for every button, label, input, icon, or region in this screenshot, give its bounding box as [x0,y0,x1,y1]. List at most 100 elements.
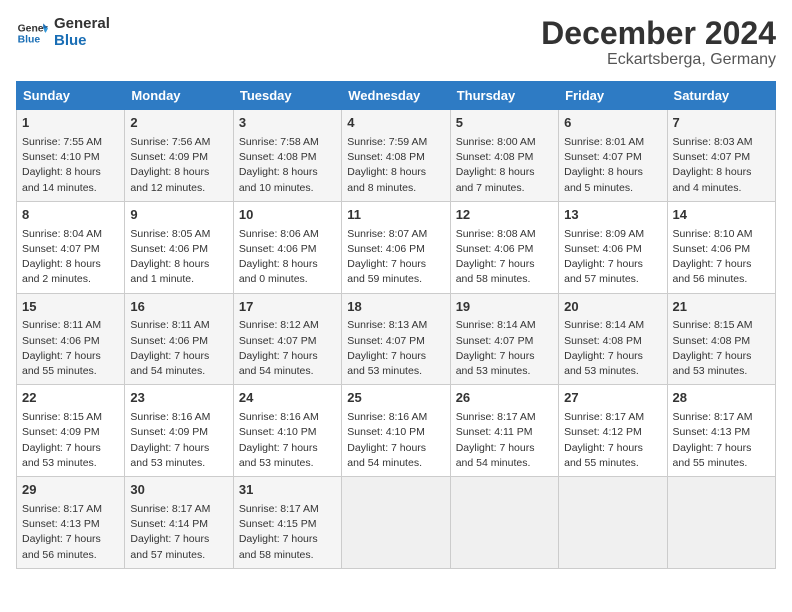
day-number: 22 [22,389,119,408]
day-number: 9 [130,206,227,225]
day-number: 3 [239,114,336,133]
calendar-cell: 4 Sunrise: 7:59 AM Sunset: 4:08 PM Daylig… [342,110,450,202]
calendar-cell: 22 Sunrise: 8:15 AM Sunset: 4:09 PM Dayli… [17,385,125,477]
day-number: 24 [239,389,336,408]
calendar-cell: 25Sunrise: 8:16 AM Sunset: 4:10 PM Dayli… [342,385,450,477]
day-number: 4 [347,114,444,133]
cell-info: Sunrise: 8:13 AM Sunset: 4:07 PM Dayligh… [347,318,444,379]
title-block: December 2024 Eckartsberga, Germany [541,16,776,69]
weekday-header-monday: Monday [125,82,233,110]
cell-info: Sunrise: 8:14 AM Sunset: 4:08 PM Dayligh… [564,318,661,379]
day-number: 31 [239,481,336,500]
calendar-cell: 13Sunrise: 8:09 AM Sunset: 4:06 PM Dayli… [559,201,667,293]
calendar-cell: 6 Sunrise: 8:01 AM Sunset: 4:07 PM Daylig… [559,110,667,202]
calendar-cell: 14Sunrise: 8:10 AM Sunset: 4:06 PM Dayli… [667,201,775,293]
cell-info: Sunrise: 8:09 AM Sunset: 4:06 PM Dayligh… [564,227,661,288]
calendar-cell: 20Sunrise: 8:14 AM Sunset: 4:08 PM Dayli… [559,293,667,385]
weekday-header-sunday: Sunday [17,82,125,110]
cell-info: Sunrise: 7:55 AM Sunset: 4:10 PM Dayligh… [22,135,119,196]
calendar-cell: 18Sunrise: 8:13 AM Sunset: 4:07 PM Dayli… [342,293,450,385]
calendar-week-4: 22 Sunrise: 8:15 AM Sunset: 4:09 PM Dayli… [17,385,776,477]
day-number: 2 [130,114,227,133]
day-number: 14 [673,206,770,225]
cell-info: Sunrise: 8:00 AM Sunset: 4:08 PM Dayligh… [456,135,553,196]
calendar-cell: 9 Sunrise: 8:05 AM Sunset: 4:06 PM Daylig… [125,201,233,293]
calendar-cell: 26 Sunrise: 8:17 AM Sunset: 4:11 PM Dayli… [450,385,558,477]
calendar-cell [450,477,558,569]
cell-info: Sunrise: 8:11 AM Sunset: 4:06 PM Dayligh… [22,318,119,379]
cell-info: Sunrise: 8:04 AM Sunset: 4:07 PM Dayligh… [22,227,119,288]
day-number: 20 [564,298,661,317]
calendar-cell: 17Sunrise: 8:12 AM Sunset: 4:07 PM Dayli… [233,293,341,385]
cell-info: Sunrise: 8:17 AM Sunset: 4:12 PM Dayligh… [564,410,661,471]
page-header: General Blue General Blue December 2024 … [16,16,776,69]
calendar-week-2: 8Sunrise: 8:04 AM Sunset: 4:07 PM Daylig… [17,201,776,293]
calendar-cell: 15Sunrise: 8:11 AM Sunset: 4:06 PM Dayli… [17,293,125,385]
cell-info: Sunrise: 8:17 AM Sunset: 4:13 PM Dayligh… [673,410,770,471]
calendar-cell: 10Sunrise: 8:06 AM Sunset: 4:06 PM Dayli… [233,201,341,293]
calendar-cell: 11 Sunrise: 8:07 AM Sunset: 4:06 PM Dayli… [342,201,450,293]
day-number: 11 [347,206,444,225]
day-number: 30 [130,481,227,500]
cell-info: Sunrise: 8:16 AM Sunset: 4:10 PM Dayligh… [347,410,444,471]
calendar-cell: 7 Sunrise: 8:03 AM Sunset: 4:07 PM Daylig… [667,110,775,202]
cell-info: Sunrise: 8:15 AM Sunset: 4:08 PM Dayligh… [673,318,770,379]
calendar-cell: 3 Sunrise: 7:58 AM Sunset: 4:08 PM Daylig… [233,110,341,202]
weekday-header-tuesday: Tuesday [233,82,341,110]
cell-info: Sunrise: 8:17 AM Sunset: 4:11 PM Dayligh… [456,410,553,471]
calendar-cell: 27 Sunrise: 8:17 AM Sunset: 4:12 PM Dayli… [559,385,667,477]
cell-info: Sunrise: 8:11 AM Sunset: 4:06 PM Dayligh… [130,318,227,379]
cell-info: Sunrise: 8:17 AM Sunset: 4:13 PM Dayligh… [22,502,119,563]
logo-blue: Blue [54,33,110,50]
calendar-cell: 1Sunrise: 7:55 AM Sunset: 4:10 PM Daylig… [17,110,125,202]
day-number: 27 [564,389,661,408]
day-number: 26 [456,389,553,408]
day-number: 15 [22,298,119,317]
calendar-cell: 5 Sunrise: 8:00 AM Sunset: 4:08 PM Daylig… [450,110,558,202]
calendar-table: SundayMondayTuesdayWednesdayThursdayFrid… [16,81,776,569]
calendar-cell [342,477,450,569]
day-number: 23 [130,389,227,408]
day-number: 5 [456,114,553,133]
logo: General Blue General Blue [16,16,110,49]
calendar-cell: 12 Sunrise: 8:08 AM Sunset: 4:06 PM Dayli… [450,201,558,293]
cell-info: Sunrise: 8:16 AM Sunset: 4:09 PM Dayligh… [130,410,227,471]
cell-info: Sunrise: 8:05 AM Sunset: 4:06 PM Dayligh… [130,227,227,288]
calendar-week-3: 15Sunrise: 8:11 AM Sunset: 4:06 PM Dayli… [17,293,776,385]
cell-info: Sunrise: 8:16 AM Sunset: 4:10 PM Dayligh… [239,410,336,471]
cell-info: Sunrise: 8:12 AM Sunset: 4:07 PM Dayligh… [239,318,336,379]
calendar-cell: 2 Sunrise: 7:56 AM Sunset: 4:09 PM Daylig… [125,110,233,202]
calendar-week-5: 29 Sunrise: 8:17 AM Sunset: 4:13 PM Dayli… [17,477,776,569]
calendar-cell: 16Sunrise: 8:11 AM Sunset: 4:06 PM Dayli… [125,293,233,385]
weekday-header-wednesday: Wednesday [342,82,450,110]
day-number: 12 [456,206,553,225]
cell-info: Sunrise: 8:06 AM Sunset: 4:06 PM Dayligh… [239,227,336,288]
day-number: 29 [22,481,119,500]
day-number: 19 [456,298,553,317]
calendar-cell: 23 Sunrise: 8:16 AM Sunset: 4:09 PM Dayli… [125,385,233,477]
calendar-cell: 24 Sunrise: 8:16 AM Sunset: 4:10 PM Dayli… [233,385,341,477]
logo-icon: General Blue [16,17,48,49]
calendar-cell: 30Sunrise: 8:17 AM Sunset: 4:14 PM Dayli… [125,477,233,569]
cell-info: Sunrise: 8:03 AM Sunset: 4:07 PM Dayligh… [673,135,770,196]
day-number: 17 [239,298,336,317]
cell-info: Sunrise: 8:15 AM Sunset: 4:09 PM Dayligh… [22,410,119,471]
calendar-cell [667,477,775,569]
cell-info: Sunrise: 7:59 AM Sunset: 4:08 PM Dayligh… [347,135,444,196]
cell-info: Sunrise: 8:07 AM Sunset: 4:06 PM Dayligh… [347,227,444,288]
day-number: 21 [673,298,770,317]
cell-info: Sunrise: 8:14 AM Sunset: 4:07 PM Dayligh… [456,318,553,379]
calendar-cell: 21Sunrise: 8:15 AM Sunset: 4:08 PM Dayli… [667,293,775,385]
cell-info: Sunrise: 8:08 AM Sunset: 4:06 PM Dayligh… [456,227,553,288]
cell-info: Sunrise: 7:58 AM Sunset: 4:08 PM Dayligh… [239,135,336,196]
logo-general: General [54,16,110,33]
cell-info: Sunrise: 8:17 AM Sunset: 4:15 PM Dayligh… [239,502,336,563]
day-number: 7 [673,114,770,133]
day-number: 18 [347,298,444,317]
day-number: 6 [564,114,661,133]
calendar-cell: 28Sunrise: 8:17 AM Sunset: 4:13 PM Dayli… [667,385,775,477]
cell-info: Sunrise: 7:56 AM Sunset: 4:09 PM Dayligh… [130,135,227,196]
weekday-header-friday: Friday [559,82,667,110]
location-title: Eckartsberga, Germany [541,51,776,69]
cell-info: Sunrise: 8:01 AM Sunset: 4:07 PM Dayligh… [564,135,661,196]
